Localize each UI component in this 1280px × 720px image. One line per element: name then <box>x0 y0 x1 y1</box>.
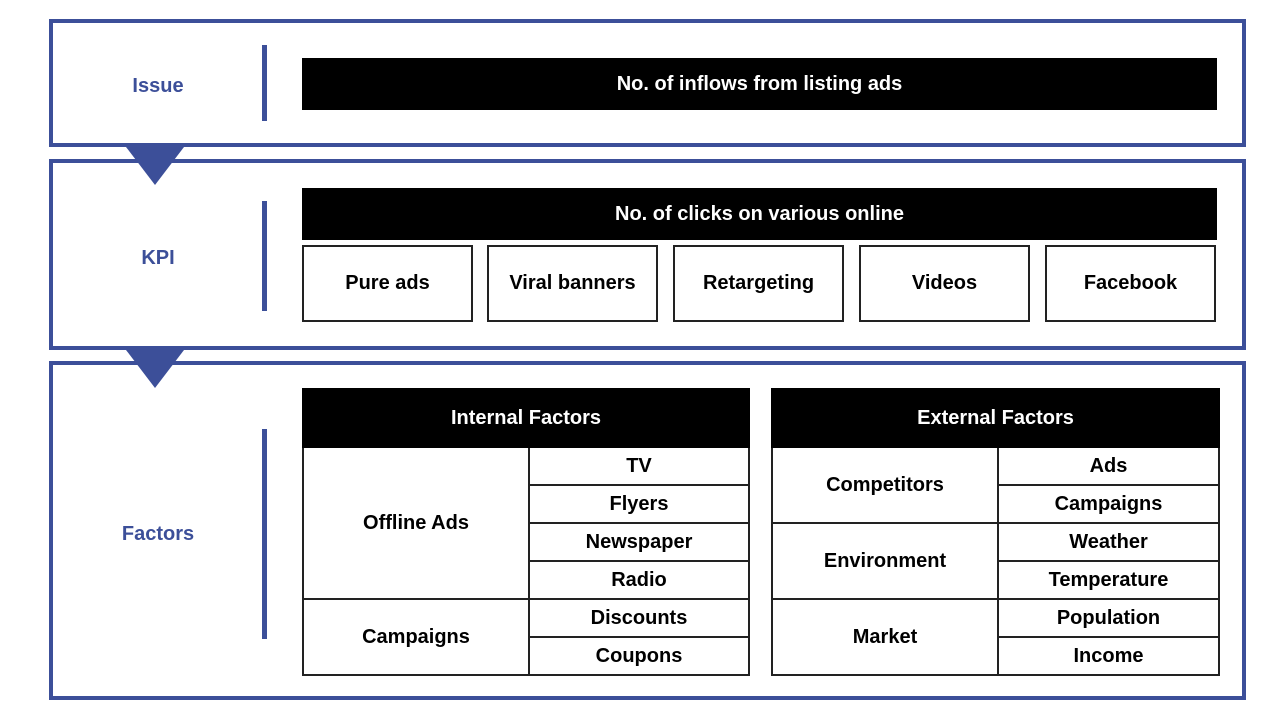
group-market: Market <box>771 598 999 676</box>
issue-header: No. of inflows from listing ads <box>302 58 1217 110</box>
factors-divider <box>262 429 267 639</box>
kpi-item-pure-ads: Pure ads <box>302 245 473 322</box>
arrow-down-icon <box>126 350 184 388</box>
kpi-label: KPI <box>141 247 175 269</box>
internal-factors-title: Internal Factors <box>302 388 750 448</box>
factor-discounts: Discounts <box>528 598 750 638</box>
internal-factors-table: Internal Factors Offline Ads TV Flyers N… <box>302 388 750 676</box>
group-offline-ads: Offline Ads <box>302 446 530 600</box>
issue-label: Issue <box>132 75 184 97</box>
kpi-divider <box>262 201 267 311</box>
kpi-item-viral-banners: Viral banners <box>487 245 658 322</box>
arrow-down-icon <box>126 147 184 185</box>
factors-label: Factors <box>121 523 195 545</box>
factor-ads: Ads <box>997 446 1220 486</box>
factor-flyers: Flyers <box>528 484 750 524</box>
kpi-header: No. of clicks on various online <box>302 188 1217 240</box>
factor-radio: Radio <box>528 560 750 600</box>
issue-divider <box>262 45 267 121</box>
factor-newspaper: Newspaper <box>528 522 750 562</box>
factor-weather: Weather <box>997 522 1220 562</box>
factor-tv: TV <box>528 446 750 486</box>
kpi-item-facebook: Facebook <box>1045 245 1216 322</box>
issue-panel: Issue No. of inflows from listing ads <box>49 19 1246 147</box>
external-factors-table: External Factors Competitors Ads Campaig… <box>771 388 1220 676</box>
factor-coupons: Coupons <box>528 636 750 676</box>
kpi-item-videos: Videos <box>859 245 1030 322</box>
group-competitors: Competitors <box>771 446 999 524</box>
kpi-item-retargeting: Retargeting <box>673 245 844 322</box>
group-campaigns: Campaigns <box>302 598 530 676</box>
factor-campaigns: Campaigns <box>997 484 1220 524</box>
factor-temperature: Temperature <box>997 560 1220 600</box>
external-factors-title: External Factors <box>771 388 1220 448</box>
factor-income: Income <box>997 636 1220 676</box>
group-environment: Environment <box>771 522 999 600</box>
factor-population: Population <box>997 598 1220 638</box>
